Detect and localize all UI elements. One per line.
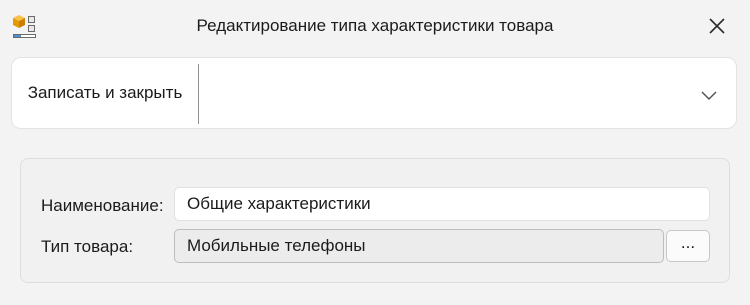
- title-bar: Редактирование типа характеристики товар…: [0, 0, 750, 52]
- save-and-close-button[interactable]: Записать и закрыть: [12, 58, 198, 128]
- form-group: Наименование: Общие характеристики Тип т…: [20, 158, 730, 283]
- command-bar: Записать и закрыть: [11, 57, 737, 129]
- window-title: Редактирование типа характеристики товар…: [196, 16, 554, 35]
- select-product-type-button[interactable]: ...: [666, 230, 710, 262]
- name-field[interactable]: Общие характеристики: [174, 187, 710, 221]
- name-label: Наименование:: [41, 196, 164, 215]
- toolbar-divider: [198, 64, 199, 124]
- close-icon[interactable]: [704, 13, 730, 39]
- chevron-down-icon[interactable]: [698, 84, 720, 106]
- product-type-label: Тип товара:: [41, 237, 134, 256]
- edit-dialog-window: Редактирование типа характеристики товар…: [0, 0, 750, 305]
- product-type-field[interactable]: Мобильные телефоны: [174, 229, 664, 263]
